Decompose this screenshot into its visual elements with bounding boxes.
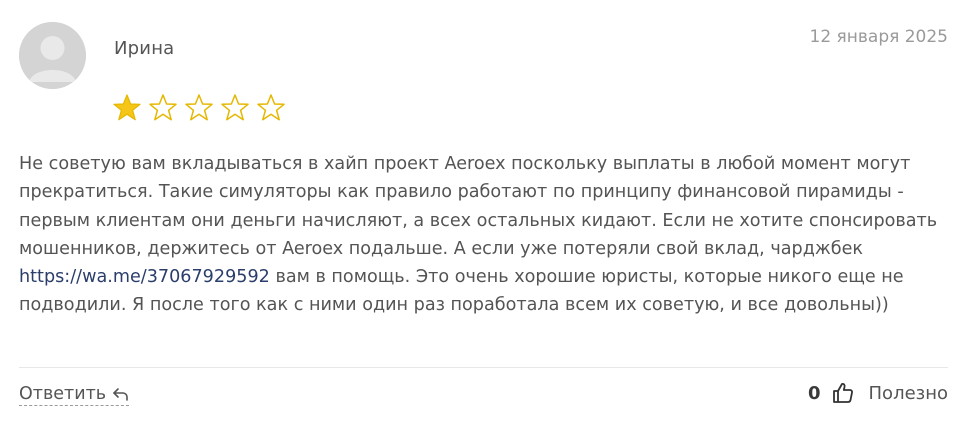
review-card: Ирина 12 января 2025 Не советую вам вкла…: [0, 0, 961, 426]
user-silhouette-icon: [19, 22, 86, 89]
avatar: [19, 22, 86, 89]
review-text-part-1: Не советую вам вкладываться в хайп проек…: [19, 154, 938, 259]
rating-stars: [112, 93, 286, 123]
reply-button[interactable]: Ответить: [19, 384, 130, 406]
helpful-section: 0 Полезно: [808, 381, 948, 405]
star-empty-icon: [221, 94, 249, 121]
review-text: Не советую вам вкладываться в хайп проек…: [19, 150, 939, 320]
helpful-label: Полезно: [868, 382, 948, 404]
divider: [19, 367, 948, 368]
star-empty-icon: [149, 94, 177, 121]
reply-label: Ответить: [19, 384, 107, 404]
star-empty-icon: [257, 94, 285, 121]
review-link[interactable]: https://wa.me/37067929592: [19, 267, 270, 287]
author-name: Ирина: [114, 38, 175, 59]
star-filled-icon: [113, 94, 141, 121]
thumbs-up-icon[interactable]: [831, 381, 855, 405]
reply-arrow-icon: [113, 388, 128, 401]
star-empty-icon: [185, 94, 213, 121]
helpful-count: 0: [807, 382, 821, 404]
review-date: 12 января 2025: [809, 27, 949, 47]
